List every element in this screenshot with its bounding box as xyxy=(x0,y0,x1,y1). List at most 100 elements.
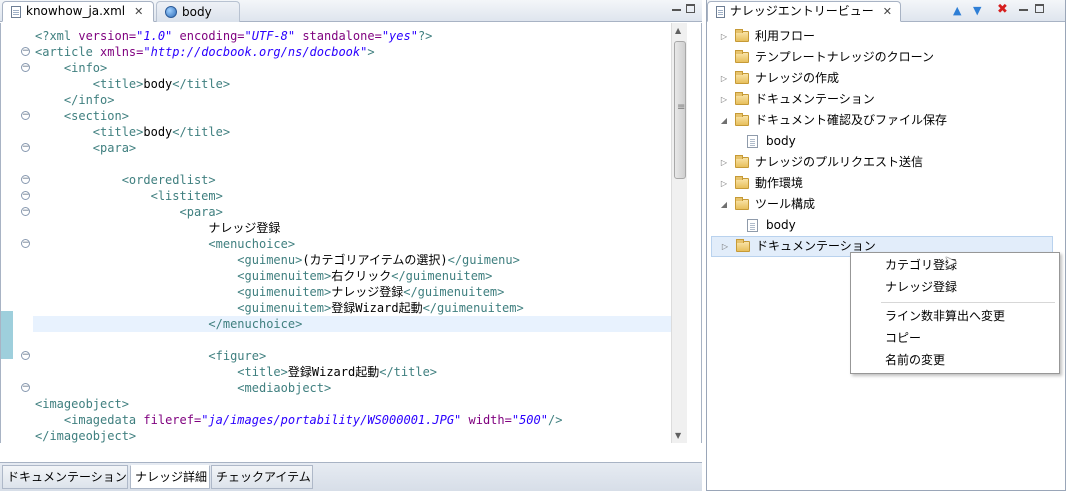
code-token: <para> xyxy=(179,205,223,219)
code-token: </title> xyxy=(172,77,231,91)
minimize-icon[interactable] xyxy=(1019,9,1028,11)
code-token: "yes" xyxy=(381,29,418,43)
expand-arrow-icon[interactable]: ▷ xyxy=(719,26,729,47)
code-line[interactable]: <guimenuitem>ナレッジ登録</guimenuitem> xyxy=(35,284,671,300)
code-line[interactable]: <para> xyxy=(35,140,671,156)
code-line[interactable]: ナレッジ登録 xyxy=(35,220,671,236)
tree-item[interactable]: ▷ ナレッジのプルリクエスト送信 xyxy=(719,152,923,173)
fold-toggle-icon[interactable]: − xyxy=(21,207,30,216)
code-token: </guimenu> xyxy=(447,253,520,267)
scroll-down-icon[interactable]: ▼ xyxy=(675,431,681,440)
code-line[interactable]: <guimenu>(カテゴリアイテムの選択)</guimenu> xyxy=(35,252,671,268)
maximize-icon[interactable] xyxy=(686,4,695,13)
delete-icon[interactable]: ✖ xyxy=(997,2,1008,17)
code-line[interactable]: <mediaobject> xyxy=(35,380,671,396)
menu-item-register-knowledge[interactable]: ナレッジ登録 xyxy=(885,277,957,297)
expand-arrow-icon[interactable]: ▷ xyxy=(719,173,729,194)
code-line[interactable]: <article xmlns="http://docbook.org/ns/do… xyxy=(35,44,671,60)
expand-arrow-icon[interactable]: ▷ xyxy=(719,152,729,173)
menu-item-copy[interactable]: コピー xyxy=(885,328,921,348)
tree-item[interactable]: ▷ ドキュメンテーション xyxy=(719,89,875,110)
code-line[interactable]: <section> xyxy=(35,108,671,124)
tree-item[interactable]: テンプレートナレッジのクローン xyxy=(719,47,934,68)
menu-item-rename[interactable]: 名前の変更 xyxy=(885,350,945,370)
code-line[interactable]: <figure> xyxy=(35,348,671,364)
code-line[interactable]: <menuchoice> xyxy=(35,236,671,252)
code-line[interactable]: <guimenuitem>右クリック</guimenuitem> xyxy=(35,268,671,284)
code-line[interactable]: </imageobject> xyxy=(35,428,671,444)
tree-item-label: テンプレートナレッジのクローン xyxy=(755,50,935,64)
code-line[interactable]: <title>登録Wizard起動</title> xyxy=(35,364,671,380)
code-line[interactable]: <title>body</title> xyxy=(35,124,671,140)
code-token: </menuchoice> xyxy=(208,317,303,331)
code-line[interactable]: <imagedata fileref="ja/images/portabilit… xyxy=(35,412,671,428)
code-text: ナレッジ登録 xyxy=(208,221,281,235)
tab-knowhow-ja-xml[interactable]: knowhow_ja.xml ✕ xyxy=(2,1,154,22)
fold-toggle-icon[interactable]: − xyxy=(21,175,30,184)
move-down-icon[interactable]: ▼ xyxy=(973,4,981,17)
code-token: <info> xyxy=(63,61,108,75)
code-token: <title> xyxy=(92,125,144,139)
menu-item-exclude-line-count[interactable]: ライン数非算出へ変更 xyxy=(885,306,1005,326)
tree-item[interactable]: ▷ 利用フロー xyxy=(719,26,815,47)
tab-documentation[interactable]: ドキュメンテーション xyxy=(2,465,128,489)
fold-toggle-icon[interactable]: − xyxy=(21,143,30,152)
close-tab-icon[interactable]: ✕ xyxy=(134,1,143,22)
scrollbar-thumb[interactable] xyxy=(674,41,686,179)
minimize-icon[interactable] xyxy=(672,9,681,11)
code-line[interactable]: <orderedlist> xyxy=(35,172,671,188)
code-line[interactable]: </menuchoice> xyxy=(33,316,671,332)
tree-item[interactable]: body xyxy=(747,215,796,236)
editor-text-area[interactable]: − − − − − − − − − − <?xml version="1.0" encoding=… xyxy=(0,23,702,443)
fold-toggle-icon[interactable]: − xyxy=(21,239,30,248)
tree-item-label: ドキュメント確認及びファイル保存 xyxy=(755,113,948,127)
code-line[interactable]: <title>body</title> xyxy=(35,76,671,92)
code-line[interactable] xyxy=(35,332,671,348)
tree-item[interactable]: ◢ ドキュメント確認及びファイル保存 xyxy=(719,110,947,131)
code-line[interactable]: <?xml version="1.0" encoding="UTF-8" sta… xyxy=(35,28,671,44)
tree-item[interactable]: ▷ 動作環境 xyxy=(719,173,803,194)
code-token: <orderedlist> xyxy=(121,173,216,187)
fold-toggle-icon[interactable]: − xyxy=(21,111,30,120)
expand-arrow-icon[interactable]: ▷ xyxy=(719,68,729,89)
code-content[interactable]: <?xml version="1.0" encoding="UTF-8" sta… xyxy=(33,28,671,444)
tab-knowledge-entry-view[interactable]: ナレッジエントリービュー ✕ xyxy=(707,1,901,22)
collapse-arrow-icon[interactable]: ◢ xyxy=(719,110,729,131)
move-up-icon[interactable]: ▲ xyxy=(953,4,961,17)
code-token: <guimenuitem> xyxy=(237,301,332,315)
tree-item[interactable]: ◢ ツール構成 xyxy=(719,194,815,215)
expand-arrow-icon[interactable]: ▷ xyxy=(720,236,730,257)
code-line[interactable]: <para> xyxy=(35,204,671,220)
collapse-arrow-icon[interactable]: ◢ xyxy=(719,194,729,215)
expand-arrow-icon[interactable]: ▷ xyxy=(719,89,729,110)
tree-item[interactable]: body xyxy=(747,131,796,152)
code-line[interactable]: </info> xyxy=(35,92,671,108)
code-line[interactable]: <imageobject> xyxy=(35,396,671,412)
code-token: "ja/images/portability/WS000001.JPG" xyxy=(201,413,462,427)
maximize-icon[interactable] xyxy=(1035,4,1044,13)
fold-toggle-icon[interactable]: − xyxy=(21,47,30,56)
code-line[interactable]: <listitem> xyxy=(35,188,671,204)
fold-toggle-icon[interactable]: − xyxy=(21,63,30,72)
vertical-scrollbar[interactable]: ▲ ▼ xyxy=(671,23,687,443)
close-view-icon[interactable]: ✕ xyxy=(883,1,892,22)
fold-toggle-icon[interactable]: − xyxy=(21,351,30,360)
code-line[interactable] xyxy=(35,156,671,172)
code-line[interactable]: <guimenuitem>登録Wizard起動</guimenuitem> xyxy=(35,300,671,316)
tree-item[interactable]: ▷ ナレッジの作成 xyxy=(719,68,839,89)
fold-toggle-icon[interactable]: − xyxy=(21,383,30,392)
tab-body[interactable]: body xyxy=(156,1,240,22)
code-token: "1.0" xyxy=(136,29,173,43)
code-line[interactable]: <info> xyxy=(35,60,671,76)
tab-knowledge-detail[interactable]: ナレッジ詳細 xyxy=(130,465,210,489)
code-token: ?> xyxy=(417,29,433,43)
scroll-up-icon[interactable]: ▲ xyxy=(675,26,681,35)
fold-toggle-icon[interactable]: − xyxy=(21,191,30,200)
tab-check-items[interactable]: チェックアイテム xyxy=(211,465,313,489)
